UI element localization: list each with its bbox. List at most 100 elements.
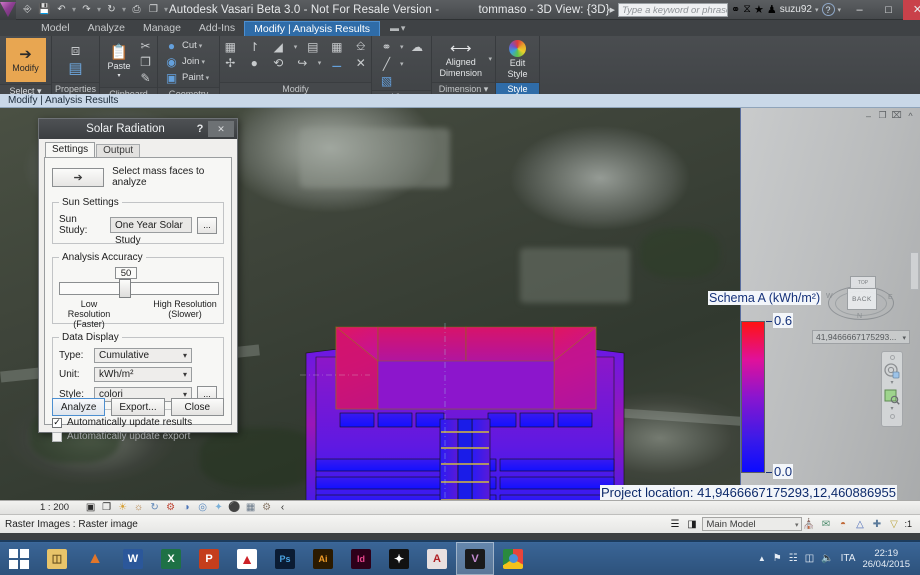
tab-model[interactable]: Model bbox=[32, 21, 79, 36]
help-icon[interactable]: ? bbox=[821, 3, 835, 16]
subscription-icon[interactable]: ⧖ bbox=[743, 3, 751, 16]
sun-study-browse-button[interactable]: ... bbox=[197, 216, 217, 234]
temporary-view-properties-icon[interactable]: ✦ bbox=[212, 502, 225, 514]
export-button[interactable]: Export... bbox=[111, 398, 165, 416]
taskbar-word[interactable]: W bbox=[114, 542, 152, 575]
rendering-settings-icon[interactable]: ☼ bbox=[132, 502, 145, 514]
solar-radiation-dialog[interactable]: Solar Radiation ? ✕ Settings Output ➔ Se… bbox=[38, 118, 238, 442]
search-expand-icon[interactable]: ▶ bbox=[610, 6, 615, 14]
taskbar-sketch-app[interactable]: ✦ bbox=[380, 542, 418, 575]
tab-settings[interactable]: Settings bbox=[45, 142, 96, 157]
navbar-top-handle-icon[interactable] bbox=[889, 355, 895, 360]
copy-clipboard-icon[interactable]: ❐ bbox=[137, 54, 154, 69]
cut-dropdown-icon[interactable]: ▾ bbox=[199, 42, 203, 50]
copy-icon[interactable]: ● bbox=[246, 55, 263, 70]
tab-manage[interactable]: Manage bbox=[134, 21, 190, 36]
split-icon[interactable]: ▤ bbox=[304, 39, 321, 54]
light-dropdown-icon[interactable]: ▾ bbox=[400, 43, 404, 51]
user-menu-dropdown-icon[interactable]: ▾ bbox=[815, 6, 819, 14]
analysis-display-icon[interactable]: ▧ bbox=[378, 73, 395, 88]
section-box-icon[interactable]: ╱ bbox=[378, 56, 395, 71]
paint-dropdown-icon[interactable]: ▾ bbox=[206, 74, 210, 82]
active-workset-icon[interactable]: ✚ bbox=[870, 518, 883, 530]
tab-modify-analysis-results[interactable]: Modify | Analysis Results bbox=[244, 20, 381, 36]
modify-button[interactable]: ➔ Modify bbox=[5, 38, 46, 82]
offset-icon[interactable]: ↾ bbox=[246, 39, 263, 54]
hide-crop-region-icon[interactable]: ❐ bbox=[100, 502, 113, 514]
minimize-button[interactable]: – bbox=[845, 0, 874, 20]
view-cube-front-face[interactable]: BACK bbox=[847, 288, 877, 310]
taskbar-photoshop[interactable]: Ps bbox=[266, 542, 304, 575]
shadows-off-icon[interactable]: ☀ bbox=[116, 502, 129, 514]
tab-add-ins[interactable]: Add-Ins bbox=[190, 21, 244, 36]
taskbar-autocad[interactable]: A bbox=[418, 542, 456, 575]
pin-icon[interactable]: ⎒ bbox=[352, 39, 369, 54]
constraints-icon[interactable]: ⚙ bbox=[260, 502, 273, 514]
match-type-icon[interactable]: ✎ bbox=[137, 70, 154, 85]
unpin-icon[interactable]: ⚊ bbox=[328, 55, 345, 70]
hide-isolate-icon[interactable]: ◑ bbox=[180, 502, 193, 514]
volume-icon[interactable]: 🔈 bbox=[821, 553, 833, 564]
viewport-minimize-icon[interactable]: – bbox=[863, 110, 874, 121]
auto-update-results-row[interactable]: ✓ Automatically update results bbox=[52, 417, 224, 428]
array-icon[interactable]: ▦ bbox=[328, 39, 345, 54]
paint-button[interactable]: ▣ Paint ▾ bbox=[163, 70, 209, 85]
paste-dropdown-icon[interactable]: ▾ bbox=[117, 72, 120, 79]
taskbar-powerpoint[interactable]: P bbox=[190, 542, 228, 575]
redo-dropdown-icon[interactable]: ▾ bbox=[96, 5, 102, 14]
worksharing-display-icon[interactable]: ⚫ bbox=[228, 502, 241, 514]
trim-dropdown-icon[interactable]: ▾ bbox=[318, 59, 322, 67]
taskbar-acrobat[interactable]: ▲ bbox=[228, 542, 266, 575]
cut-button[interactable]: ● Cut ▾ bbox=[163, 38, 202, 53]
sun-study-field[interactable]: One Year Solar Study bbox=[110, 217, 192, 246]
coordinate-dropdown-icon[interactable]: ▾ bbox=[902, 332, 906, 343]
design-options-icon[interactable]: ◨ bbox=[685, 518, 698, 530]
chevron-down-icon[interactable]: ▾ bbox=[183, 368, 187, 382]
network-icon[interactable]: ◫ bbox=[805, 553, 814, 564]
steering-wheel-icon[interactable] bbox=[884, 362, 901, 379]
editing-request-icon[interactable]: ☰ bbox=[668, 518, 681, 530]
action-center-flag-icon[interactable]: ⚑ bbox=[773, 553, 782, 564]
switch-window-icon[interactable]: ❐ bbox=[146, 2, 161, 17]
undo-icon[interactable]: ↶ bbox=[54, 2, 69, 17]
clock[interactable]: 22:19 26/04/2015 bbox=[862, 548, 910, 570]
application-menu-button[interactable] bbox=[0, 0, 16, 20]
taskbar-indesign[interactable]: Id bbox=[342, 542, 380, 575]
exclude-options-icon[interactable]: △ bbox=[853, 518, 866, 530]
save-icon[interactable]: 💾 bbox=[37, 2, 52, 17]
main-model-select[interactable]: Main Model ▾ bbox=[702, 517, 803, 531]
close-dialog-button[interactable]: Close bbox=[170, 398, 224, 416]
show-render-dialog-icon[interactable]: ↻ bbox=[148, 502, 161, 514]
edit-style-button[interactable]: Edit Style bbox=[499, 39, 536, 79]
tab-analyze[interactable]: Analyze bbox=[79, 21, 134, 36]
show-hidden-icons-icon[interactable]: ▲ bbox=[758, 554, 766, 563]
open-icon[interactable]: ⎆ bbox=[20, 2, 35, 17]
tab-output[interactable]: Output bbox=[96, 144, 141, 157]
filter-icon[interactable]: ▽ bbox=[887, 518, 900, 530]
join-dropdown-icon[interactable]: ▾ bbox=[201, 58, 205, 66]
mirror-pick-axis-icon[interactable]: ◢ bbox=[270, 39, 287, 54]
taskbar-chrome[interactable] bbox=[494, 542, 532, 575]
delete-icon[interactable]: ✕ bbox=[352, 55, 369, 70]
section-dropdown-icon[interactable]: ▾ bbox=[400, 60, 404, 68]
taskbar-vasari[interactable]: V bbox=[456, 542, 494, 575]
ribbon-display-options-icon[interactable]: ▬ ▾ bbox=[390, 23, 405, 34]
analytical-model-icon[interactable]: ▦ bbox=[244, 502, 257, 514]
dialog-help-button[interactable]: ? bbox=[192, 123, 208, 135]
steering-wheel-dropdown-icon[interactable]: ▾ bbox=[890, 380, 893, 386]
search-input[interactable]: Type a keyword or phrase bbox=[618, 2, 729, 17]
dropbox-icon[interactable]: ☷ bbox=[789, 553, 798, 564]
viewport-scrollbar-thumb[interactable] bbox=[910, 252, 919, 290]
coordinate-readout[interactable]: 41,9466667175293... ▾ bbox=[812, 330, 910, 344]
navigation-bar[interactable]: ▾ ▾ bbox=[881, 351, 903, 427]
close-button[interactable]: ✕ bbox=[903, 0, 920, 20]
paste-button[interactable]: 📋 Paste ▾ bbox=[103, 45, 135, 79]
auto-update-results-checkbox[interactable]: ✓ bbox=[52, 417, 62, 428]
user-name-label[interactable]: suzu92 bbox=[780, 4, 812, 15]
undo-dropdown-icon[interactable]: ▾ bbox=[71, 5, 77, 14]
accuracy-slider-track[interactable] bbox=[59, 282, 219, 295]
taskbar-file-explorer[interactable]: ◫ bbox=[38, 542, 76, 575]
type-properties-icon[interactable]: ▤ bbox=[67, 60, 84, 77]
editing-requests-icon[interactable]: ✉ bbox=[819, 518, 832, 530]
expand-view-controls-icon[interactable]: ‹ bbox=[276, 502, 289, 514]
